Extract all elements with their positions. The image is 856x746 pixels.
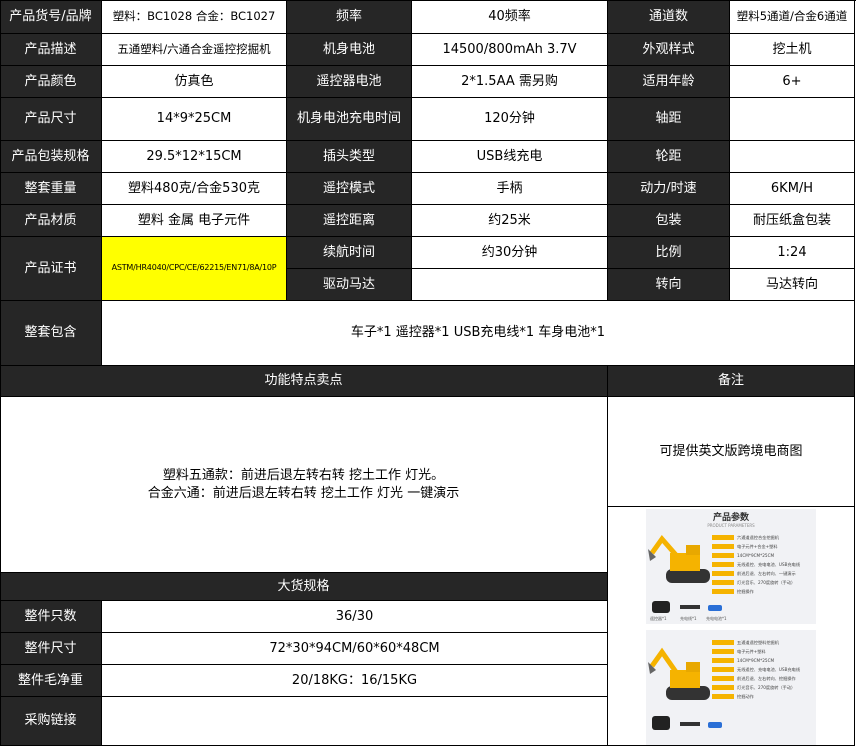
appearance-label: 外观样式: [608, 34, 730, 66]
size-value: 14*9*25CM: [102, 98, 287, 141]
description-value: 五通塑料/六通合金遥控挖掘机: [102, 34, 287, 66]
poster-spec-line: 无线遥控、充电电池、USB充电线: [737, 666, 801, 672]
poster-spec-line: 灯光音乐、270度旋转（手动）: [737, 579, 796, 585]
charger-caption: 充电线*1: [680, 616, 697, 621]
material-value: 塑料 金属 电子元件: [102, 205, 287, 237]
steering-value: 马达转向: [730, 269, 855, 301]
poster-spec-line: 前进后退、左右转向、挖掘操作: [737, 675, 796, 681]
body-battery-value: 14500/800mAh 3.7V: [412, 34, 608, 66]
track-value: [730, 141, 855, 173]
wheelbase-label: 轴距: [608, 98, 730, 141]
endurance-label: 续航时间: [287, 237, 412, 269]
packing-value: 耐压纸盒包装: [730, 205, 855, 237]
product-poster: 产品参数 PRODUCT PARAMETERS 六通道遥控合金挖掘机 电子元件+…: [608, 507, 855, 746]
frequency-value: 40频率: [412, 0, 608, 34]
feature-line-alloy: 合金六通：前进后退左转右转 挖土工作 灯光 一键演示: [147, 485, 460, 501]
purchase-link-label: 采购链接: [0, 697, 102, 746]
control-mode-label: 遥控模式: [287, 173, 412, 205]
motor-label: 驱动马达: [287, 269, 412, 301]
poster-spec-line: 电子元件+塑料: [737, 648, 766, 654]
color-label: 产品颜色: [0, 66, 102, 98]
wheelbase-value: [730, 98, 855, 141]
poster-spec-list-alloy: 六通道遥控合金挖掘机 电子元件+合金+塑料 14CM*9CM*25CM 无线遥控…: [712, 533, 812, 596]
poster-card-alloy: 产品参数 PRODUCT PARAMETERS 六通道遥控合金挖掘机 电子元件+…: [646, 509, 816, 624]
distance-label: 遥控距离: [287, 205, 412, 237]
poster-spec-line: 电子元件+合金+塑料: [737, 543, 778, 549]
poster-card-plastic: 五通道遥控塑料挖掘机 电子元件+塑料 14CM*9CM*25CM 无线遥控、充电…: [646, 630, 816, 745]
remote-battery-label: 遥控器电池: [287, 66, 412, 98]
charge-time-value: 120分钟: [412, 98, 608, 141]
bulk-header: 大货规格: [0, 573, 608, 601]
channels-value: 塑料5通道/合金6通道: [730, 0, 855, 34]
power-value: 6KM/H: [730, 173, 855, 205]
carton-weight-value: 20/18KG：16/15KG: [102, 665, 608, 697]
carton-size-value: 72*30*94CM/60*60*48CM: [102, 633, 608, 665]
battery-caption: 充电电池*1: [706, 616, 727, 621]
plug-value: USB线充电: [412, 141, 608, 173]
poster-spec-line: 无线遥控、充电电池、USB充电线: [737, 561, 801, 567]
carton-size-label: 整件尺寸: [0, 633, 102, 665]
frequency-label: 频率: [287, 0, 412, 34]
cert-value: ASTM/HR4040/CPC/CE/62215/EN71/8A/10P: [102, 237, 287, 301]
remote-battery-value: 2*1.5AA 需另购: [412, 66, 608, 98]
weight-label: 整套重量: [0, 173, 102, 205]
power-label: 动力/时速: [608, 173, 730, 205]
age-value: 6+: [730, 66, 855, 98]
carton-weight-label: 整件毛净重: [0, 665, 102, 697]
material-label: 产品材质: [0, 205, 102, 237]
product-spec-sheet: 产品货号/品牌 塑料：BC1028 合金：BC1027 频率 40频率 通道数 …: [0, 0, 856, 746]
contents-value: 车子*1 遥控器*1 USB充电线*1 车身电池*1: [102, 301, 855, 366]
poster-spec-line: 前进后退、左右转向、一键演示: [737, 570, 796, 576]
poster-spec-line: 灯光音乐、270度旋转（手动）: [737, 684, 796, 690]
motor-value: [412, 269, 608, 301]
features-body: 塑料五通款：前进后退左转右转 挖土工作 灯光。 合金六通：前进后退左转右转 挖土…: [0, 397, 608, 573]
poster-spec-line: 挖掘操作: [737, 588, 754, 594]
appearance-value: 挖土机: [730, 34, 855, 66]
packing-label: 包装: [608, 205, 730, 237]
carton-qty-label: 整件只数: [0, 601, 102, 633]
scale-value: 1:24: [730, 237, 855, 269]
color-value: 仿真色: [102, 66, 287, 98]
plug-label: 插头类型: [287, 141, 412, 173]
remarks-header: 备注: [608, 366, 855, 397]
charge-time-label: 机身电池充电时间: [287, 98, 412, 141]
channels-label: 通道数: [608, 0, 730, 34]
distance-value: 约25米: [412, 205, 608, 237]
track-label: 轮距: [608, 141, 730, 173]
package-size-value: 29.5*12*15CM: [102, 141, 287, 173]
age-label: 适用年龄: [608, 66, 730, 98]
description-label: 产品描述: [0, 34, 102, 66]
contents-label: 整套包含: [0, 301, 102, 366]
poster-spec-line: 14CM*9CM*25CM: [737, 657, 775, 663]
poster-spec-line: 14CM*9CM*25CM: [737, 552, 775, 558]
poster-spec-line: 挖掘动作: [737, 693, 754, 699]
steering-label: 转向: [608, 269, 730, 301]
body-battery-label: 机身电池: [287, 34, 412, 66]
purchase-link-value[interactable]: [102, 697, 608, 746]
product-code-value: 塑料：BC1028 合金：BC1027: [102, 0, 287, 34]
size-label: 产品尺寸: [0, 98, 102, 141]
endurance-value: 约30分钟: [412, 237, 608, 269]
carton-qty-value: 36/30: [102, 601, 608, 633]
cert-label: 产品证书: [0, 237, 102, 301]
control-mode-value: 手柄: [412, 173, 608, 205]
package-size-label: 产品包装规格: [0, 141, 102, 173]
poster-spec-list-plastic: 五通道遥控塑料挖掘机 电子元件+塑料 14CM*9CM*25CM 无线遥控、充电…: [712, 638, 812, 701]
poster-spec-line: 六通道遥控合金挖掘机: [737, 534, 779, 540]
weight-value: 塑料480克/合金530克: [102, 173, 287, 205]
feature-line-plastic: 塑料五通款：前进后退左转右转 挖土工作 灯光。: [162, 467, 445, 483]
poster-spec-line: 五通道遥控塑料挖掘机: [737, 639, 779, 645]
features-header: 功能特点卖点: [0, 366, 608, 397]
remote-caption: 遥控器*1: [650, 616, 667, 621]
product-code-label: 产品货号/品牌: [0, 0, 102, 34]
scale-label: 比例: [608, 237, 730, 269]
remarks-value: 可提供英文版跨境电商图: [608, 397, 855, 507]
